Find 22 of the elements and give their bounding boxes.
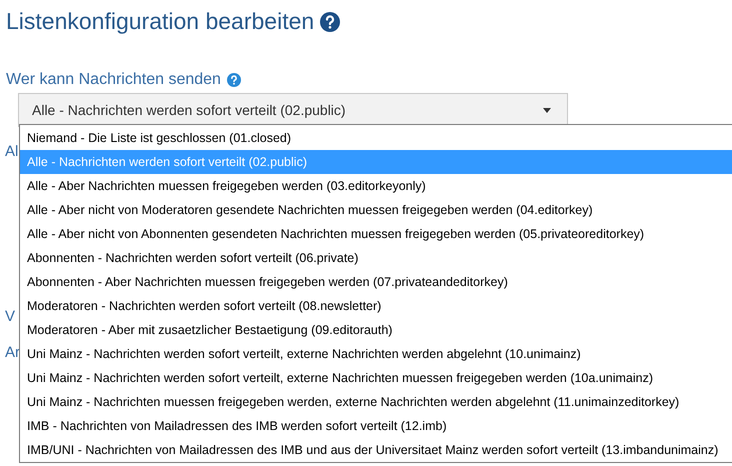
caret-icon [543,108,551,112]
dropdown-option[interactable]: Abonnenten - Aber Nachrichten muessen freigegeben werden (07.privateandeditorkey) [20,270,732,294]
dropdown-option[interactable]: Alle - Aber nicht von Abonnenten gesendeten Nachrichten muessen freigegeben werden (05.privateoreditorkey) [20,222,732,246]
dropdown-option[interactable]: Uni Mainz - Nachrichten werden sofort verteilt, externe Nachrichten muessen freigegeben werden (10a.unimainz) [20,366,732,390]
dropdown-option[interactable]: Alle - Aber Nachrichten muessen freigegeben werden (03.editorkeyonly) [20,174,732,198]
dropdown-option[interactable]: Niemand - Die Liste ist geschlossen (01.closed) [20,126,732,150]
dropdown-option[interactable]: IMB/UNI - Nachrichten von Mailadressen des IMB und aus der Universitaet Mainz werden sofort verteilt (13.imbandunimainz) [20,438,732,462]
dropdown-option[interactable]: Abonnenten - Nachrichten werden sofort verteilt (06.private) [20,246,732,270]
dropdown-option[interactable]: IMB - Nachrichten von Mailadressen des IMB werden sofort verteilt (12.imb) [20,414,732,438]
dropdown-option[interactable]: Uni Mainz - Nachrichten werden sofort verteilt, externe Nachrichten werden abgelehnt (10.unimainz) [20,342,732,366]
dropdown-option[interactable]: Alle - Aber nicht von Moderatoren gesendete Nachrichten muessen freigegeben werden (04.editorkey) [20,198,732,222]
dropdown-select[interactable]: Alle - Nachrichten werden sofort verteilt (02.public) [18,93,568,127]
dropdown-option[interactable]: Uni Mainz - Nachrichten muessen freigegeben werden, externe Nachrichten werden abgelehnt (11.unimainzeditorkey) [20,390,732,414]
field-label: V [5,308,16,325]
help-icon[interactable] [226,73,241,87]
dropdown-option[interactable]: Moderatoren - Nachrichten werden sofort verteilt (08.newsletter) [20,294,732,318]
help-icon[interactable] [320,12,340,32]
dropdown-option[interactable]: Moderatoren - Aber mit zusaetzlicher Bestaetigung (09.editorauth) [20,318,732,342]
field-label: Ar [5,344,20,361]
field-label: Al [5,143,18,160]
page-title: Listenkonfiguration bearbeiten [6,8,314,35]
field-label: Wer kann Nachrichten senden [6,71,221,89]
